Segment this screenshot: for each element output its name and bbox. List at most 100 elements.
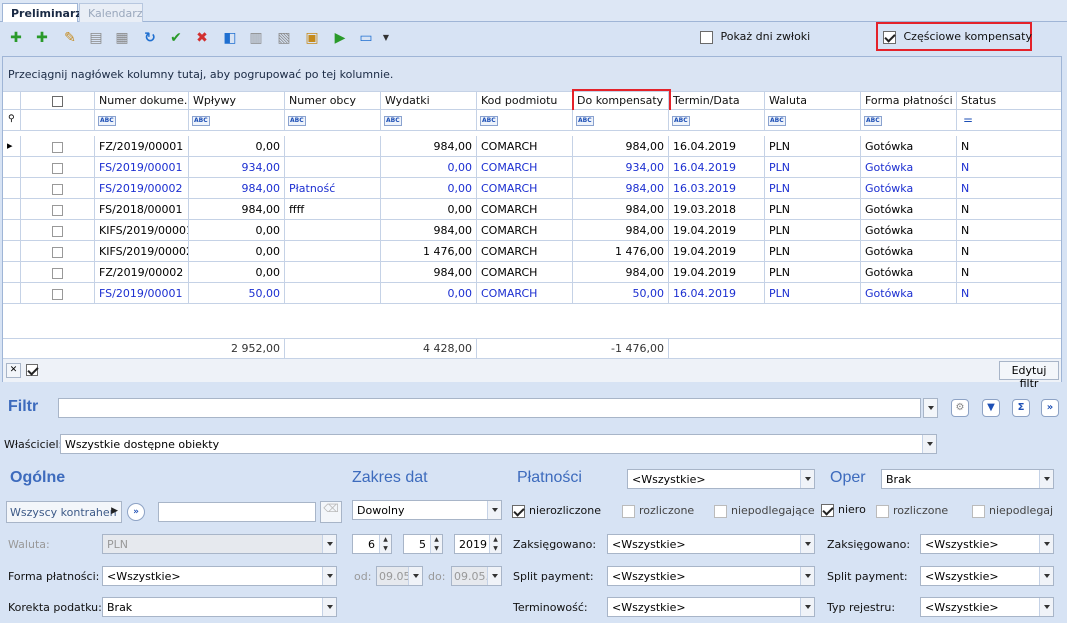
show-delay-option[interactable]: Pokaż dni zwłoki (700, 30, 810, 44)
col-waluta[interactable]: Waluta (765, 92, 861, 111)
to-date[interactable]: 09.05. (451, 566, 502, 586)
month-spin-icon[interactable]: ▲ ▼ (430, 535, 442, 553)
split-select[interactable]: <Wszystkie> (607, 566, 815, 586)
filter-cell-obcy[interactable]: ABC (285, 110, 381, 131)
report-icon[interactable]: ▭ (358, 30, 374, 46)
row-checkbox[interactable] (52, 288, 63, 300)
filter-cell-kod[interactable]: ABC (477, 110, 573, 131)
select-all-checkbox[interactable] (52, 95, 63, 107)
day-spin-icon[interactable]: ▲ ▼ (379, 535, 391, 553)
filter-cell-wydatki[interactable]: ABC (381, 110, 477, 131)
currency-dropdown-icon[interactable] (322, 535, 336, 553)
ops-split-select[interactable]: <Wszystkie> (920, 566, 1054, 586)
col-status[interactable]: Status (957, 92, 1061, 111)
table-row[interactable]: KIFS/2019/00002 0,00 1 476,00 COMARCH 1 476,… (3, 241, 1061, 262)
document-icon[interactable]: ▤ (88, 30, 104, 46)
year-spin-icon[interactable]: ▲ ▼ (489, 535, 501, 553)
ops-not-subject-checkbox[interactable] (972, 504, 985, 518)
to-dropdown-icon[interactable] (487, 567, 501, 585)
owner-dropdown-icon[interactable] (922, 435, 936, 453)
list-icon[interactable]: ▥ (248, 30, 264, 46)
not-subject-option[interactable]: niepodlegające (714, 504, 815, 518)
not-subject-checkbox[interactable] (714, 504, 727, 518)
ops-posted-select[interactable]: <Wszystkie> (920, 534, 1054, 554)
run-icon[interactable]: ▶ (332, 30, 348, 46)
unsettled-checkbox[interactable] (512, 504, 525, 518)
row-checkbox[interactable] (52, 183, 63, 195)
row-checkbox[interactable] (52, 141, 63, 153)
filter-cell-numer[interactable]: ABC (95, 110, 189, 131)
day-spinner[interactable]: 6 ▲ ▼ (352, 534, 392, 554)
posted-select[interactable]: <Wszystkie> (607, 534, 815, 554)
show-delay-checkbox[interactable] (700, 30, 713, 44)
cancel-icon[interactable]: ✖ (194, 30, 210, 46)
settings-icon[interactable]: ⚙ (951, 399, 969, 417)
add-icon[interactable]: ✚ (8, 30, 24, 46)
row-checkbox[interactable] (52, 246, 63, 258)
card-icon[interactable]: ▣ (304, 30, 320, 46)
term-select[interactable]: <Wszystkie> (607, 597, 815, 617)
eraser-icon[interactable]: ⌫ (320, 501, 342, 523)
table-row[interactable]: KIFS/2019/00001 0,00 984,00 COMARCH 984,00 19… (3, 220, 1061, 241)
table-row[interactable]: FS/2019/00001 934,00 0,00 COMARCH 934,00 16.0… (3, 157, 1061, 178)
col-kod-podmiotu[interactable]: Kod podmiotu (477, 92, 573, 111)
table-row[interactable]: FZ/2019/00002 0,00 984,00 COMARCH 984,00 19.0… (3, 262, 1061, 283)
partial-comp-checkbox[interactable] (883, 30, 896, 44)
filter-cell-wplywy[interactable]: ABC (189, 110, 285, 131)
filter-input[interactable] (58, 398, 921, 418)
dropdown-arrow-icon[interactable]: ▼ (378, 30, 394, 46)
owner-select[interactable]: Wszystkie dostępne obiekty (60, 434, 937, 454)
select-all-header[interactable] (21, 92, 95, 111)
add-multiple-icon[interactable]: ✚ (34, 30, 50, 46)
year-spinner[interactable]: 2019 ▲ ▼ (454, 534, 502, 554)
col-wplywy[interactable]: Wpływy (189, 92, 285, 111)
month-spinner[interactable]: 5 ▲ ▼ (403, 534, 443, 554)
funnel-icon[interactable]: ▼ (982, 399, 1000, 417)
clear-filter-icon[interactable]: ✕ (6, 363, 21, 378)
partial-comp-option[interactable]: Częściowe kompensaty (883, 30, 1032, 44)
payments-select[interactable]: <Wszystkie> (627, 469, 815, 489)
filter-cell-forma[interactable]: ABC (861, 110, 957, 131)
copy-icon[interactable]: ▧ (276, 30, 292, 46)
ops-unsettled-option[interactable]: niero (821, 503, 866, 517)
payments-dropdown-icon[interactable] (800, 470, 814, 488)
contractor-input[interactable] (158, 502, 316, 522)
tax-corr-dropdown-icon[interactable] (322, 598, 336, 616)
ops-reg-select[interactable]: <Wszystkie> (920, 597, 1054, 617)
filter-cell-termin[interactable]: ABC (669, 110, 765, 131)
accept-icon[interactable]: ✔ (168, 30, 184, 46)
tax-corr-select[interactable]: Brak (102, 597, 337, 617)
edit-filter-button[interactable]: Edytuj filtr (999, 361, 1059, 390)
filter-cell-status[interactable]: = (957, 110, 1061, 131)
book-icon[interactable]: ◧ (222, 30, 238, 46)
settled-option[interactable]: rozliczone (622, 504, 694, 518)
ops-dropdown-icon[interactable] (1039, 470, 1053, 488)
unsettled-option[interactable]: nierozliczone (512, 504, 601, 518)
ops-settled-checkbox[interactable] (876, 504, 889, 518)
refresh-icon[interactable]: ↻ (142, 30, 158, 46)
filter-cell-komp[interactable]: ABC (573, 110, 669, 131)
ops-posted-dropdown-icon[interactable] (1039, 535, 1053, 553)
col-wydatki[interactable]: Wydatki (381, 92, 477, 111)
contractor-expand-icon[interactable]: » (127, 503, 145, 521)
date-range-select[interactable]: Dowolny (352, 500, 502, 520)
table-row[interactable]: FS/2019/00002 984,00 Płatność 0,00 COMARCH 98… (3, 178, 1061, 199)
ops-settled-option[interactable]: rozliczone (876, 504, 948, 518)
row-checkbox[interactable] (52, 225, 63, 237)
ops-split-dropdown-icon[interactable] (1039, 567, 1053, 585)
filter-enabled-checkbox[interactable] (26, 364, 38, 376)
row-checkbox[interactable] (52, 204, 63, 216)
row-checkbox[interactable] (52, 162, 63, 174)
expand-icon[interactable]: » (1041, 399, 1059, 417)
term-dropdown-icon[interactable] (800, 598, 814, 616)
col-numer[interactable]: Numer dokume... (95, 92, 189, 111)
contractor-button[interactable]: Wszyscy kontrahen ▶ (6, 501, 122, 523)
payment-form-select[interactable]: <Wszystkie> (102, 566, 337, 586)
ops-select[interactable]: Brak (881, 469, 1054, 489)
from-date[interactable]: 09.05 (376, 566, 423, 586)
payment-form-dropdown-icon[interactable] (322, 567, 336, 585)
wrench-icon[interactable]: ✎ (62, 30, 78, 46)
col-forma[interactable]: Forma płatności (861, 92, 957, 111)
from-dropdown-icon[interactable] (408, 567, 422, 585)
export-icon[interactable]: ▦ (114, 30, 130, 46)
